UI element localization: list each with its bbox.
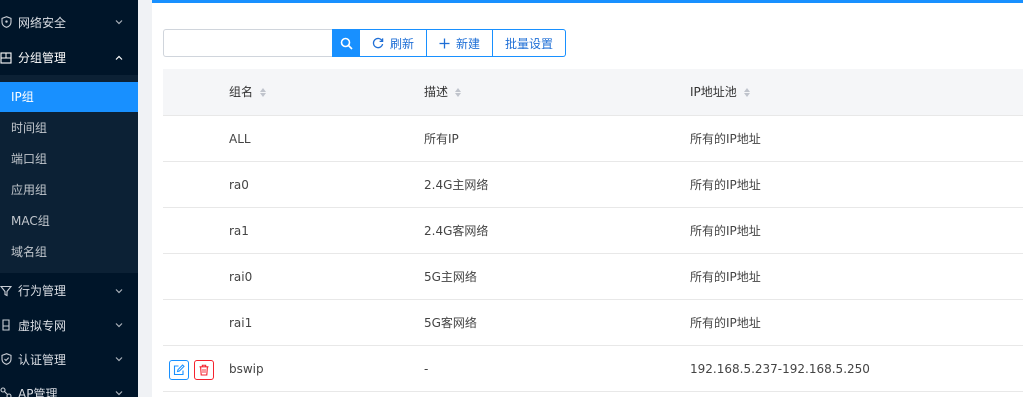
- sidebar-item-domain-group[interactable]: 域名组: [0, 237, 138, 267]
- table-row: rai0 5G主网络 所有的IP地址: [163, 254, 1023, 300]
- cell-group-name: rai0: [229, 270, 253, 284]
- chevron-down-icon: [114, 286, 124, 296]
- cell-group-name: ra1: [229, 224, 249, 238]
- column-header-label: 描述: [424, 85, 449, 99]
- table-header: 组名 描述 IP地址池: [163, 69, 1023, 116]
- sidebar-item-app-group[interactable]: 应用组: [0, 175, 138, 205]
- refresh-icon: [372, 37, 384, 49]
- ip-group-table: 组名 描述 IP地址池 ALL 所有IP 所有的IP地址 ra0 2.4G主网络…: [163, 69, 1023, 392]
- main-content: 刷新 新建 批量设置 组名 描述 IP地址池 ALL 所有IP 所有的IP地址 …: [152, 0, 1023, 397]
- sidebar-item-mac-group[interactable]: MAC组: [0, 206, 138, 236]
- table-row: ALL 所有IP 所有的IP地址: [163, 116, 1023, 162]
- sidebar-item-ip-group[interactable]: IP组: [0, 82, 138, 112]
- delete-button[interactable]: [194, 360, 214, 380]
- ap-icon: [0, 385, 14, 397]
- sidebar-submenu: IP组 时间组 端口组 应用组 MAC组 域名组: [0, 75, 138, 273]
- sidebar-menu-label: 分组管理: [18, 51, 67, 65]
- sidebar-menu-ap-management[interactable]: AP管理: [0, 376, 138, 397]
- chevron-down-icon: [114, 388, 124, 397]
- sidebar-menu-label: 虚拟专网: [18, 318, 67, 333]
- cell-description: 2.4G主网络: [424, 178, 489, 192]
- refresh-button[interactable]: 刷新: [360, 29, 428, 57]
- table-row: bswip - 192.168.5.237-192.168.5.250: [163, 346, 1023, 392]
- cell-ip-pool: 192.168.5.237-192.168.5.250: [690, 362, 870, 376]
- new-label: 新建: [456, 36, 481, 51]
- sort-icon[interactable]: [455, 88, 462, 97]
- column-header-description[interactable]: 描述: [424, 69, 462, 116]
- toolbar: 刷新 新建 批量设置: [163, 29, 567, 57]
- cell-group-name: ra0: [229, 178, 249, 192]
- cell-ip-pool: 所有的IP地址: [690, 224, 761, 238]
- cell-ip-pool: 所有的IP地址: [690, 270, 761, 284]
- chevron-down-icon: [114, 320, 124, 330]
- sidebar-menu-label: 网络安全: [18, 15, 67, 30]
- sidebar-menu-auth-management[interactable]: 认证管理: [0, 342, 138, 376]
- cell-description: 2.4G客网络: [424, 224, 489, 238]
- sidebar-menu-label: 认证管理: [18, 352, 67, 367]
- column-header-group-name[interactable]: 组名: [229, 69, 267, 116]
- column-header-ip-pool[interactable]: IP地址池: [690, 69, 750, 116]
- search-button[interactable]: [332, 29, 360, 57]
- sidebar-menu-vpn[interactable]: 虚拟专网: [0, 308, 138, 342]
- cell-ip-pool: 所有的IP地址: [690, 132, 761, 146]
- plus-icon: [439, 38, 450, 49]
- sort-icon[interactable]: [743, 88, 750, 97]
- edit-icon: [173, 364, 185, 376]
- table-row: ra1 2.4G客网络 所有的IP地址: [163, 208, 1023, 254]
- group-icon: [0, 50, 14, 66]
- sidebar-item-port-group[interactable]: 端口组: [0, 144, 138, 174]
- cell-group-name: rai1: [229, 316, 253, 330]
- refresh-label: 刷新: [390, 36, 415, 51]
- cell-description: -: [424, 362, 429, 376]
- trash-icon: [199, 364, 209, 376]
- cell-group-name: bswip: [229, 362, 264, 376]
- sort-icon[interactable]: [260, 88, 267, 97]
- sidebar-menu-network-security[interactable]: 网络安全: [0, 4, 138, 40]
- row-actions: [169, 360, 214, 380]
- edit-button[interactable]: [169, 360, 189, 380]
- shield-check-icon: [0, 351, 14, 367]
- sidebar-menu-label: 行为管理: [18, 284, 67, 298]
- column-header-label: 组名: [229, 85, 254, 99]
- new-button[interactable]: 新建: [427, 29, 494, 57]
- cell-ip-pool: 所有的IP地址: [690, 178, 761, 192]
- table-row: ra0 2.4G主网络 所有的IP地址: [163, 162, 1023, 208]
- column-header-label: IP地址池: [690, 85, 737, 99]
- cell-ip-pool: 所有的IP地址: [690, 316, 761, 330]
- chevron-down-icon: [114, 17, 124, 27]
- cell-group-name: ALL: [229, 132, 251, 146]
- sidebar-menu-group-management[interactable]: 分组管理: [0, 40, 138, 75]
- cell-description: 5G主网络: [424, 270, 477, 284]
- search-input[interactable]: [163, 29, 332, 57]
- sidebar: 网络安全 分组管理 IP组 时间组 端口组 应用组 MAC组 域名组 行为管理: [0, 0, 138, 397]
- batch-settings-label: 批量设置: [505, 36, 554, 51]
- chevron-down-icon: [114, 354, 124, 364]
- sidebar-menu-label: AP管理: [18, 386, 58, 397]
- cell-description: 所有IP: [424, 132, 459, 146]
- vpn-icon: [0, 317, 14, 333]
- cell-description: 5G客网络: [424, 316, 477, 330]
- shield-icon: [0, 14, 14, 30]
- batch-settings-button[interactable]: 批量设置: [493, 29, 567, 57]
- table-row: rai1 5G客网络 所有的IP地址: [163, 300, 1023, 346]
- filter-icon: [0, 283, 14, 299]
- sidebar-menu-behavior-management[interactable]: 行为管理: [0, 273, 138, 308]
- chevron-up-icon: [114, 53, 124, 63]
- sidebar-item-time-group[interactable]: 时间组: [0, 113, 138, 143]
- search-icon: [340, 37, 353, 50]
